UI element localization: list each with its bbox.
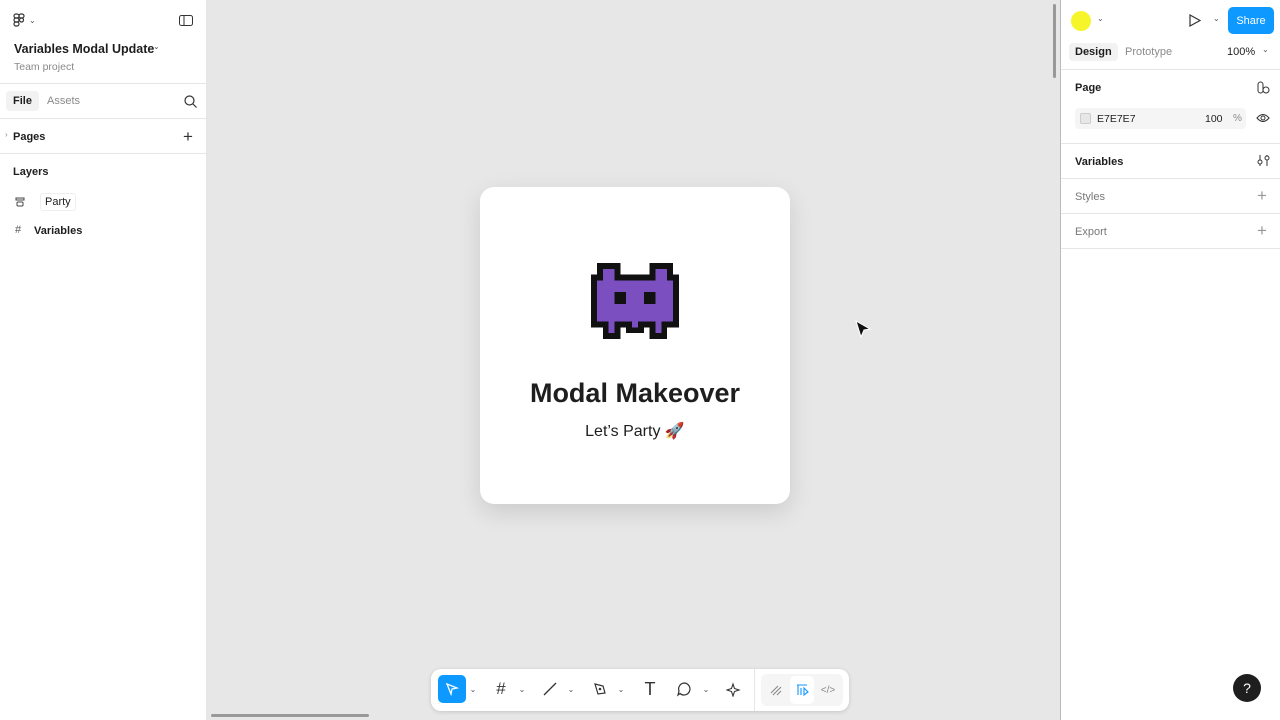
text-icon: T bbox=[644, 678, 656, 699]
ai-tool-button[interactable] bbox=[722, 675, 746, 703]
percent-sign: % bbox=[1233, 113, 1242, 124]
layer-name: Party bbox=[40, 193, 76, 211]
text-tool-button[interactable]: T bbox=[638, 675, 662, 703]
modal-title: Modal Makeover bbox=[529, 378, 741, 408]
tab-design[interactable]: Design bbox=[1069, 43, 1118, 61]
tab-assets[interactable]: Assets bbox=[47, 95, 80, 107]
variables-adjust-icon[interactable] bbox=[1257, 154, 1270, 167]
bottom-toolbar: ⌄ # ⌄ ⌄ ⌄ T ⌄ </> bbox=[431, 669, 849, 711]
sidebar-toggle-icon[interactable] bbox=[179, 15, 193, 26]
left-sidebar: ⌄ Variables Modal Update ⌄ Team project … bbox=[0, 0, 207, 720]
line-icon bbox=[543, 682, 557, 696]
dev-mode-button[interactable]: </> bbox=[816, 676, 840, 704]
frame-icon: # bbox=[15, 224, 22, 236]
chevron-down-icon[interactable]: ⌄ bbox=[1262, 45, 1269, 54]
play-icon[interactable] bbox=[1189, 14, 1201, 27]
chevron-down-icon[interactable]: ⌄ bbox=[517, 675, 527, 703]
move-tool-button[interactable] bbox=[438, 675, 466, 703]
styles-section-title: Styles bbox=[1075, 191, 1105, 203]
zoom-level[interactable]: 100% bbox=[1227, 46, 1255, 58]
add-style-icon[interactable]: + bbox=[1257, 186, 1267, 206]
design-mode-icon bbox=[797, 684, 809, 697]
modal-frame[interactable]: Modal Makeover Let’s Party 🚀 bbox=[480, 187, 790, 504]
user-avatar[interactable] bbox=[1071, 11, 1091, 31]
file-title[interactable]: Variables Modal Update bbox=[14, 42, 154, 56]
add-page-icon[interactable]: + bbox=[183, 127, 193, 147]
help-button[interactable]: ? bbox=[1233, 674, 1261, 702]
chevron-down-icon[interactable]: ⌄ bbox=[616, 675, 626, 703]
layer-item[interactable]: # Variables bbox=[0, 222, 206, 242]
color-swatch[interactable] bbox=[1080, 113, 1091, 124]
draw-icon bbox=[770, 685, 782, 696]
modal-subtitle: Let’s Party 🚀 bbox=[585, 423, 685, 440]
figma-logo-icon bbox=[13, 13, 25, 27]
chevron-right-icon[interactable]: › bbox=[5, 130, 8, 139]
frame-tool-button[interactable]: # bbox=[489, 675, 513, 703]
pages-header[interactable]: Pages bbox=[13, 131, 45, 143]
chevron-down-icon[interactable]: ⌄ bbox=[1213, 14, 1220, 23]
main-menu-button[interactable]: ⌄ bbox=[13, 13, 36, 27]
chevron-down-icon[interactable]: ⌄ bbox=[468, 675, 478, 703]
share-button[interactable]: Share bbox=[1228, 7, 1274, 34]
search-icon[interactable] bbox=[184, 95, 197, 108]
chevron-down-icon: ⌄ bbox=[29, 15, 36, 25]
line-tool-button[interactable] bbox=[538, 675, 562, 703]
design-mode-button[interactable] bbox=[790, 676, 814, 704]
sparkle-icon bbox=[726, 682, 741, 697]
export-section-title: Export bbox=[1075, 226, 1107, 238]
canvas[interactable]: Modal Makeover Let’s Party 🚀 ⌄ # ⌄ ⌄ ⌄ T… bbox=[207, 0, 1060, 720]
chevron-down-icon[interactable]: ⌄ bbox=[153, 42, 160, 51]
page-opacity[interactable]: 100 bbox=[1205, 113, 1223, 125]
vertical-scrollbar[interactable] bbox=[1053, 4, 1056, 78]
pen-icon bbox=[594, 683, 606, 695]
chevron-down-icon[interactable]: ⌄ bbox=[1097, 14, 1104, 23]
library-icon[interactable] bbox=[1257, 81, 1270, 94]
layer-name: Variables bbox=[34, 225, 83, 237]
layer-item[interactable]: Party bbox=[0, 192, 206, 212]
code-icon: </> bbox=[820, 684, 836, 696]
draw-mode-button[interactable] bbox=[764, 676, 788, 704]
tab-prototype[interactable]: Prototype bbox=[1125, 46, 1172, 58]
right-sidebar: ⌄ ⌄ Share Design Prototype 100% ⌄ Page E… bbox=[1060, 0, 1280, 720]
page-section-title: Page bbox=[1075, 82, 1102, 94]
auto-layout-icon bbox=[15, 197, 25, 207]
shape-tool-button[interactable] bbox=[672, 675, 696, 703]
chevron-down-icon[interactable]: ⌄ bbox=[566, 675, 576, 703]
pen-tool-button[interactable] bbox=[588, 675, 612, 703]
mouse-cursor-icon bbox=[855, 320, 872, 339]
add-export-icon[interactable]: + bbox=[1257, 221, 1267, 241]
horizontal-scrollbar[interactable] bbox=[211, 714, 369, 717]
alien-monster-icon bbox=[591, 263, 679, 339]
tab-file[interactable]: File bbox=[6, 91, 39, 111]
page-color-field[interactable]: E7E7E7 100 % bbox=[1075, 108, 1246, 129]
mode-switcher: </> bbox=[761, 674, 843, 706]
eye-icon[interactable] bbox=[1256, 112, 1270, 124]
comment-bubble-icon bbox=[677, 682, 691, 697]
variables-section-title[interactable]: Variables bbox=[1075, 156, 1123, 168]
chevron-down-icon[interactable]: ⌄ bbox=[701, 675, 711, 703]
cursor-icon bbox=[445, 682, 459, 696]
page-color-hex[interactable]: E7E7E7 bbox=[1097, 113, 1136, 125]
project-name: Team project bbox=[14, 61, 75, 73]
layers-header: Layers bbox=[13, 166, 49, 178]
